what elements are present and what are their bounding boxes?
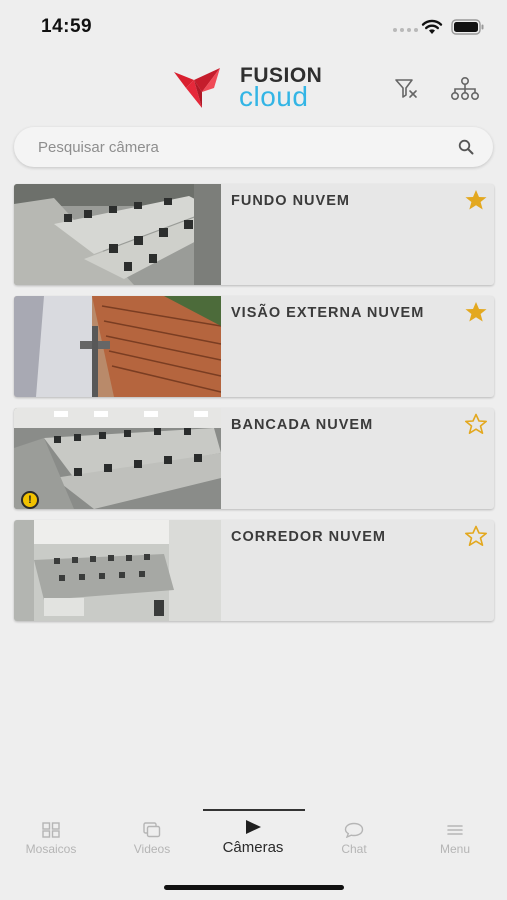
star-outline-icon[interactable] [464,525,488,547]
warning-icon: ! [21,491,39,509]
battery-icon [451,19,484,35]
camera-thumbnail [14,184,221,285]
clear-filter-button[interactable] [393,76,419,102]
logo-cloud-text: cloud [239,81,309,112]
tab-cameras[interactable]: Câmeras [203,819,303,856]
tab-label: Menu [439,842,471,856]
search-input[interactable] [38,137,438,157]
tab-label: Videos [133,842,171,856]
status-time: 14:59 [41,16,93,37]
filter-clear-icon [395,79,417,98]
tab-mosaicos[interactable]: Mosaicos [1,822,101,856]
search-bar [14,127,493,167]
camera-name: VISÃO EXTERNA NUVEM [231,305,425,321]
tab-videos[interactable]: Videos [102,822,202,856]
camera-card[interactable]: ! BANCADA NUVEM [14,408,494,509]
active-tab-indicator [203,809,305,811]
videos-icon [143,822,161,838]
hierarchy-button[interactable] [450,76,479,102]
bottom-tab-bar: Mosaicos Videos Câmeras Chat Menu [0,808,507,868]
star-filled-icon[interactable] [464,189,488,211]
cellular-signal-icon [393,28,418,32]
play-icon [246,820,261,834]
hierarchy-tree-icon [450,76,479,100]
tab-menu[interactable]: Menu [405,822,505,856]
tab-chat[interactable]: Chat [304,822,404,856]
fusion-cloud-logo: FUSION cloud [172,64,342,112]
camera-name: CORREDOR NUVEM [231,529,386,545]
camera-name: BANCADA NUVEM [231,417,374,433]
camera-thumbnail [14,296,221,397]
star-outline-icon[interactable] [464,413,488,435]
grid-icon [42,822,60,838]
camera-card[interactable]: CORREDOR NUVEM [14,520,494,621]
wifi-icon [421,19,443,34]
camera-thumbnail [14,408,221,509]
camera-card[interactable]: FUNDO NUVEM [14,184,494,285]
tab-label: Chat [341,842,367,856]
menu-icon [447,825,463,835]
status-bar: 14:59 [0,0,507,54]
camera-list: FUNDO NUVEM VISÃO EXTERNA NUVEM ! BANCAD… [14,184,494,632]
camera-card[interactable]: VISÃO EXTERNA NUVEM [14,296,494,397]
camera-thumbnail [14,520,221,621]
tab-label: Mosaicos [25,842,77,856]
star-filled-icon[interactable] [464,301,488,323]
search-icon[interactable] [458,139,474,155]
home-indicator [164,885,344,890]
bird-logo-icon [174,68,220,108]
camera-name: FUNDO NUVEM [231,193,350,209]
chat-bubble-icon [344,822,364,838]
tab-label: Câmeras [222,839,284,856]
